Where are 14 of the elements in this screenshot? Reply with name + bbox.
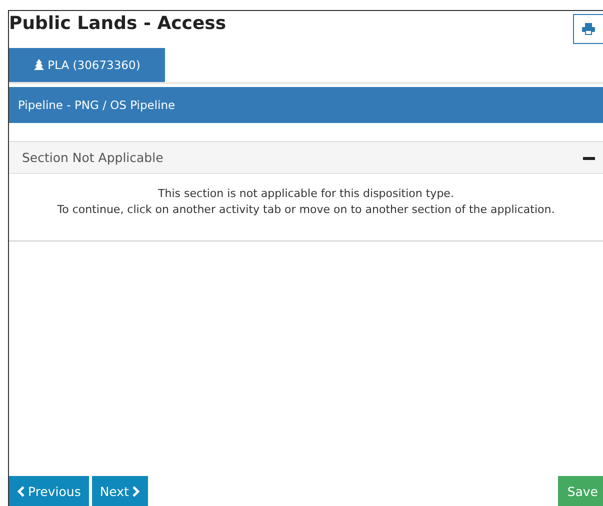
chevron-right-icon [132,486,140,496]
page-title: Public Lands - Access [9,13,226,34]
previous-button[interactable]: Previous [9,476,89,506]
section-message: To continue, click on another activity tab or move on to another section of the application. [56,203,556,216]
next-button[interactable]: Next [92,476,148,506]
section-title: Section Not Applicable [22,150,164,165]
printer-icon [582,23,595,35]
activity-tab[interactable]: PLA (30673360) [9,48,165,82]
section-message: This section is not applicable for this disposition type. [157,187,455,200]
print-button[interactable] [573,14,603,44]
activity-title: Pipeline - PNG / OS Pipeline [18,98,176,112]
chevron-left-icon [17,486,25,496]
save-button[interactable]: Save [558,476,603,506]
tree-icon [34,59,44,71]
